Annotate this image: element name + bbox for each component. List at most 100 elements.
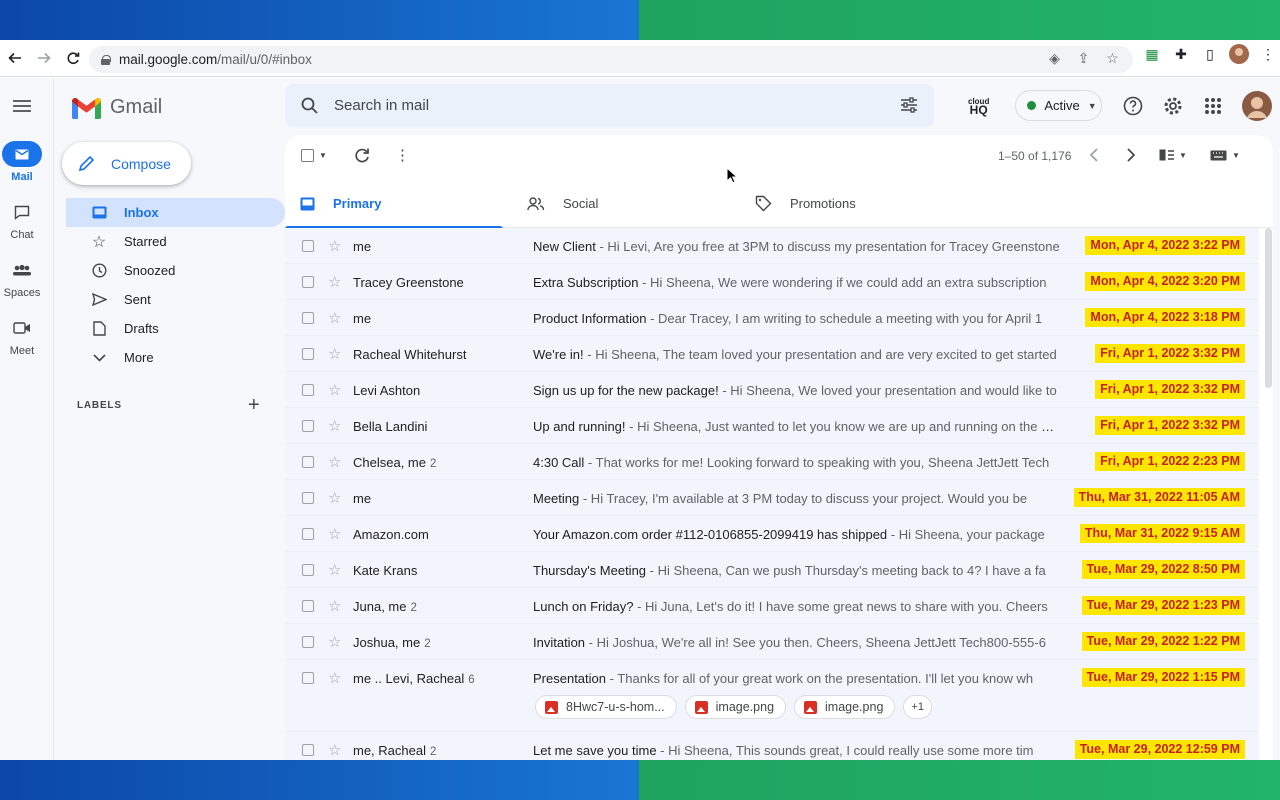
email-row[interactable]: ☆ me .. Levi, Racheal 6 Presentation - Than… bbox=[285, 660, 1259, 732]
nav-item-inbox[interactable]: Inbox bbox=[66, 198, 285, 227]
back-icon[interactable] bbox=[0, 44, 29, 73]
row-checkbox[interactable] bbox=[302, 420, 314, 432]
settings-gear-icon[interactable] bbox=[1161, 94, 1185, 118]
search-bar[interactable]: Search in mail bbox=[285, 84, 934, 127]
tab-promotions[interactable]: Promotions bbox=[740, 179, 958, 228]
attachment-chip[interactable]: 8Hwc7-u-s-hom... bbox=[535, 695, 677, 719]
puzzle-icon[interactable]: ✚ bbox=[1171, 44, 1191, 64]
row-checkbox[interactable] bbox=[302, 744, 314, 756]
more-options-icon[interactable]: ⋮ bbox=[395, 146, 410, 164]
account-avatar[interactable] bbox=[1242, 90, 1273, 121]
split-pane-toggle[interactable]: ▼ bbox=[1159, 149, 1187, 161]
attachment-name: 8Hwc7-u-s-hom... bbox=[566, 700, 665, 714]
address-bar[interactable]: mail.google.com/mail/u/0/#inbox ◈ ⇪ ☆ bbox=[89, 46, 1133, 73]
share-icon[interactable]: ⇪ bbox=[1073, 50, 1094, 67]
email-row[interactable]: ☆ Tracey Greenstone Extra Subscription - H… bbox=[285, 264, 1259, 300]
email-subject: Meeting bbox=[533, 491, 580, 506]
add-label-icon[interactable]: + bbox=[248, 394, 260, 417]
nav-item-starred[interactable]: ☆ Starred bbox=[66, 227, 285, 256]
nav-item-snoozed[interactable]: Snoozed bbox=[66, 256, 285, 285]
gmail-logo[interactable]: Gmail bbox=[72, 96, 162, 119]
star-icon[interactable]: ☆ bbox=[328, 561, 341, 579]
row-checkbox[interactable] bbox=[302, 312, 314, 324]
status-dropdown[interactable]: Active ▼ bbox=[1015, 90, 1103, 121]
nav-item-drafts[interactable]: Drafts bbox=[66, 314, 285, 343]
older-page-icon[interactable] bbox=[1126, 148, 1136, 167]
star-icon[interactable]: ☆ bbox=[328, 489, 341, 507]
input-tools-toggle[interactable]: ▼ bbox=[1210, 150, 1240, 161]
search-options-icon[interactable] bbox=[900, 96, 918, 114]
refresh-icon[interactable] bbox=[354, 147, 370, 168]
email-row[interactable]: ☆ Juna, me 2 Lunch on Friday? - Hi Juna, Le… bbox=[285, 588, 1259, 624]
side-panel-icon[interactable]: ▯ bbox=[1200, 44, 1220, 64]
email-row[interactable]: ☆ Racheal Whitehurst We're in! - Hi Sheena… bbox=[285, 336, 1259, 372]
star-icon[interactable]: ☆ bbox=[328, 237, 341, 255]
rail-spaces[interactable]: Spaces bbox=[0, 257, 44, 299]
star-icon[interactable]: ☆ bbox=[328, 669, 341, 687]
row-checkbox[interactable] bbox=[302, 600, 314, 612]
row-checkbox[interactable] bbox=[302, 672, 314, 684]
email-row[interactable]: ☆ Kate Krans Thursday's Meeting - Hi Sheen… bbox=[285, 552, 1259, 588]
apps-grid-icon[interactable] bbox=[1201, 94, 1225, 118]
cloudhq-icon[interactable]: cloud HQ bbox=[968, 97, 989, 116]
row-checkbox[interactable] bbox=[302, 528, 314, 540]
select-all-dropdown[interactable]: ▼ bbox=[301, 149, 327, 162]
row-checkbox[interactable] bbox=[302, 240, 314, 252]
rail-mail[interactable]: Mail bbox=[0, 141, 44, 183]
email-row[interactable]: ☆ me Meeting - Hi Tracey, I'm available at… bbox=[285, 480, 1259, 516]
star-icon[interactable]: ☆ bbox=[328, 597, 341, 615]
star-icon[interactable]: ☆ bbox=[328, 525, 341, 543]
bookmark-star-icon[interactable]: ☆ bbox=[1102, 50, 1123, 67]
star-icon[interactable]: ☆ bbox=[328, 741, 341, 759]
star-icon[interactable]: ☆ bbox=[328, 633, 341, 651]
star-icon[interactable]: ☆ bbox=[328, 273, 341, 291]
email-row[interactable]: ☆ Chelsea, me 2 4:30 Call - That works for … bbox=[285, 444, 1259, 480]
help-icon[interactable] bbox=[1121, 94, 1145, 118]
attachment-chip[interactable]: image.png bbox=[684, 695, 787, 719]
email-snippet: - Hi Sheena, We loved your presentation … bbox=[718, 383, 1057, 398]
row-checkbox[interactable] bbox=[302, 348, 314, 360]
newer-page-icon[interactable] bbox=[1089, 148, 1099, 167]
tab-social[interactable]: Social bbox=[512, 179, 730, 228]
star-icon[interactable]: ☆ bbox=[328, 309, 341, 327]
email-row[interactable]: ☆ me, Racheal 2 Let me save you time - Hi S… bbox=[285, 732, 1259, 760]
search-icon[interactable] bbox=[301, 97, 318, 114]
row-checkbox[interactable] bbox=[302, 276, 314, 288]
nav-item-more[interactable]: More bbox=[66, 343, 285, 372]
email-row[interactable]: ☆ me Product Information - Dear Tracey, I … bbox=[285, 300, 1259, 336]
calendar-extension-icon[interactable]: ▦ bbox=[1142, 44, 1162, 64]
nav-item-sent[interactable]: Sent bbox=[66, 285, 285, 314]
frame-top-band bbox=[0, 0, 1280, 40]
star-icon[interactable]: ☆ bbox=[328, 345, 341, 363]
main-menu-icon[interactable] bbox=[13, 100, 31, 112]
email-row[interactable]: ☆ me New Client - Hi Levi, Are you free at… bbox=[285, 228, 1259, 264]
tab-primary[interactable]: Primary bbox=[285, 179, 503, 229]
star-icon[interactable]: ☆ bbox=[328, 417, 341, 435]
row-checkbox[interactable] bbox=[302, 456, 314, 468]
profile-avatar-icon[interactable] bbox=[1229, 44, 1249, 64]
email-row[interactable]: ☆ Bella Landini Up and running! - Hi Sheen… bbox=[285, 408, 1259, 444]
rail-chat[interactable]: Chat bbox=[0, 199, 44, 241]
select-all-checkbox[interactable] bbox=[301, 149, 314, 162]
list-scrollbar[interactable] bbox=[1265, 228, 1272, 388]
reload-icon[interactable] bbox=[58, 44, 87, 73]
compose-button[interactable]: Compose bbox=[62, 142, 191, 185]
browser-menu-icon[interactable]: ⋮ bbox=[1258, 44, 1278, 64]
attachment-chip[interactable]: image.png bbox=[794, 695, 896, 719]
email-row[interactable]: ☆ Levi Ashton Sign us up for the new packa… bbox=[285, 372, 1259, 408]
email-row[interactable]: ☆ Joshua, me 2 Invitation - Hi Joshua, We'r… bbox=[285, 624, 1259, 660]
star-icon[interactable]: ☆ bbox=[328, 453, 341, 471]
email-snippet: - Hi Sheena, We were wondering if we cou… bbox=[638, 275, 1047, 290]
row-checkbox[interactable] bbox=[302, 492, 314, 504]
star-icon[interactable]: ☆ bbox=[328, 381, 341, 399]
rail-meet[interactable]: Meet bbox=[0, 315, 44, 357]
forward-icon[interactable] bbox=[29, 44, 58, 73]
email-row[interactable]: ☆ Amazon.com Your Amazon.com order #112-01… bbox=[285, 516, 1259, 552]
eye-off-icon[interactable]: ◈ bbox=[1044, 50, 1065, 67]
more-attachments-chip[interactable]: +1 bbox=[903, 695, 932, 719]
row-checkbox[interactable] bbox=[302, 564, 314, 576]
row-checkbox[interactable] bbox=[302, 384, 314, 396]
row-checkbox[interactable] bbox=[302, 636, 314, 648]
email-date: Tue, Mar 29, 2022 8:50 PM bbox=[1081, 560, 1245, 579]
search-input[interactable]: Search in mail bbox=[334, 97, 429, 114]
